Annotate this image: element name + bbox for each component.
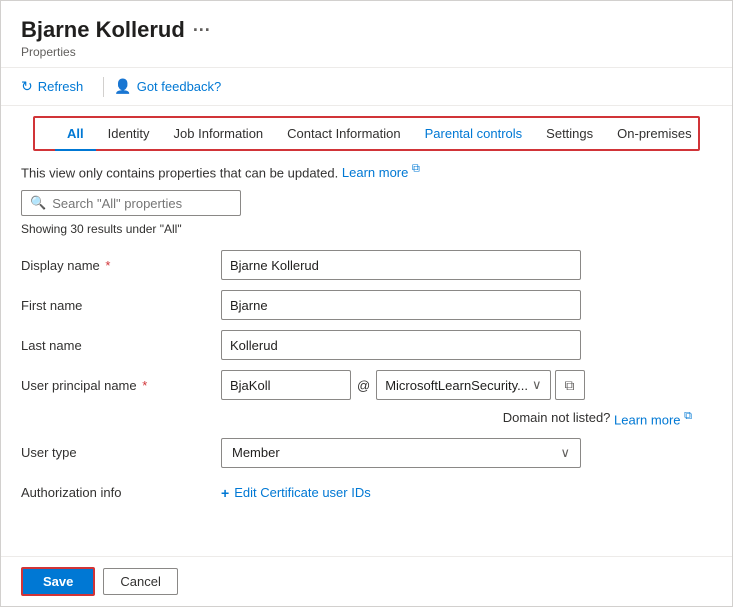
edit-certificate-button[interactable]: + Edit Certificate user IDs: [221, 485, 371, 501]
chevron-down-icon: ∨: [532, 377, 542, 393]
first-name-input[interactable]: [221, 290, 581, 320]
tab-settings[interactable]: Settings: [534, 118, 605, 151]
domain-hint-row: Domain not listed? Learn more ⧉: [21, 410, 712, 427]
save-button[interactable]: Save: [21, 567, 95, 596]
toolbar: ↻ Refresh 👤 Got feedback?: [1, 68, 732, 106]
external-link-icon: ⧉: [412, 163, 420, 175]
learn-more-link[interactable]: Learn more ⧉: [342, 165, 420, 180]
domain-dropdown[interactable]: MicrosoftLearnSecurity... ∨: [376, 370, 550, 400]
refresh-button[interactable]: ↻ Refresh: [21, 74, 93, 99]
last-name-label: Last name: [21, 338, 221, 353]
copy-button[interactable]: ⧉: [555, 370, 585, 400]
upn-row: User principal name * @ MicrosoftLearnSe…: [21, 370, 712, 400]
search-box[interactable]: 🔍: [21, 190, 241, 216]
search-input[interactable]: [52, 196, 232, 211]
display-name-label: Display name *: [21, 258, 221, 273]
tab-job-information[interactable]: Job Information: [162, 118, 276, 151]
upn-input[interactable]: [221, 370, 351, 400]
upn-label: User principal name *: [21, 378, 221, 393]
upn-group: @ MicrosoftLearnSecurity... ∨ ⧉: [221, 370, 601, 400]
refresh-icon: ↻: [21, 78, 33, 95]
info-text: This view only contains properties that …: [21, 163, 712, 180]
plus-icon: +: [221, 485, 229, 501]
last-name-row: Last name: [21, 330, 712, 360]
cancel-button[interactable]: Cancel: [103, 568, 177, 595]
auth-info-label: Authorization info: [21, 485, 221, 500]
chevron-down-icon-2: ∨: [560, 445, 570, 461]
page-header: Bjarne Kollerud ··· Properties: [1, 1, 732, 68]
tab-parental-controls[interactable]: Parental controls: [413, 118, 535, 151]
domain-hint-text: Domain not listed?: [503, 410, 611, 427]
first-name-row: First name: [21, 290, 712, 320]
tab-on-premises[interactable]: On-premises: [605, 118, 703, 151]
user-type-value: Member: [232, 445, 280, 460]
at-symbol: @: [355, 378, 372, 393]
more-options-icon[interactable]: ···: [193, 20, 211, 41]
copy-icon: ⧉: [565, 377, 575, 394]
content-area: This view only contains properties that …: [1, 151, 732, 556]
user-type-label: User type: [21, 445, 221, 460]
tab-identity[interactable]: Identity: [96, 118, 162, 151]
last-name-input[interactable]: [221, 330, 581, 360]
required-indicator-upn: *: [142, 378, 147, 393]
showing-results-text: Showing 30 results under "All": [21, 222, 712, 236]
feedback-button[interactable]: 👤 Got feedback?: [114, 74, 231, 99]
user-type-dropdown[interactable]: Member ∨: [221, 438, 581, 468]
page-title: Bjarne Kollerud ···: [21, 17, 712, 43]
auth-info-row: Authorization info + Edit Certificate us…: [21, 478, 712, 508]
footer: Save Cancel: [1, 556, 732, 606]
tab-contact-information[interactable]: Contact Information: [275, 118, 412, 151]
tabs-bar: All Identity Job Information Contact Inf…: [33, 116, 700, 151]
tab-all[interactable]: All: [55, 118, 96, 151]
external-link-icon-2: ⧉: [684, 410, 692, 422]
toolbar-divider: [103, 77, 104, 97]
display-name-input[interactable]: [221, 250, 581, 280]
search-icon: 🔍: [30, 195, 46, 211]
page-subtitle: Properties: [21, 45, 712, 59]
user-type-row: User type Member ∨: [21, 438, 712, 468]
first-name-label: First name: [21, 298, 221, 313]
display-name-row: Display name *: [21, 250, 712, 280]
required-indicator: *: [105, 258, 110, 273]
domain-learn-more-link[interactable]: Learn more ⧉: [614, 410, 692, 427]
domain-value: MicrosoftLearnSecurity...: [385, 378, 528, 393]
feedback-icon: 👤: [114, 78, 131, 95]
